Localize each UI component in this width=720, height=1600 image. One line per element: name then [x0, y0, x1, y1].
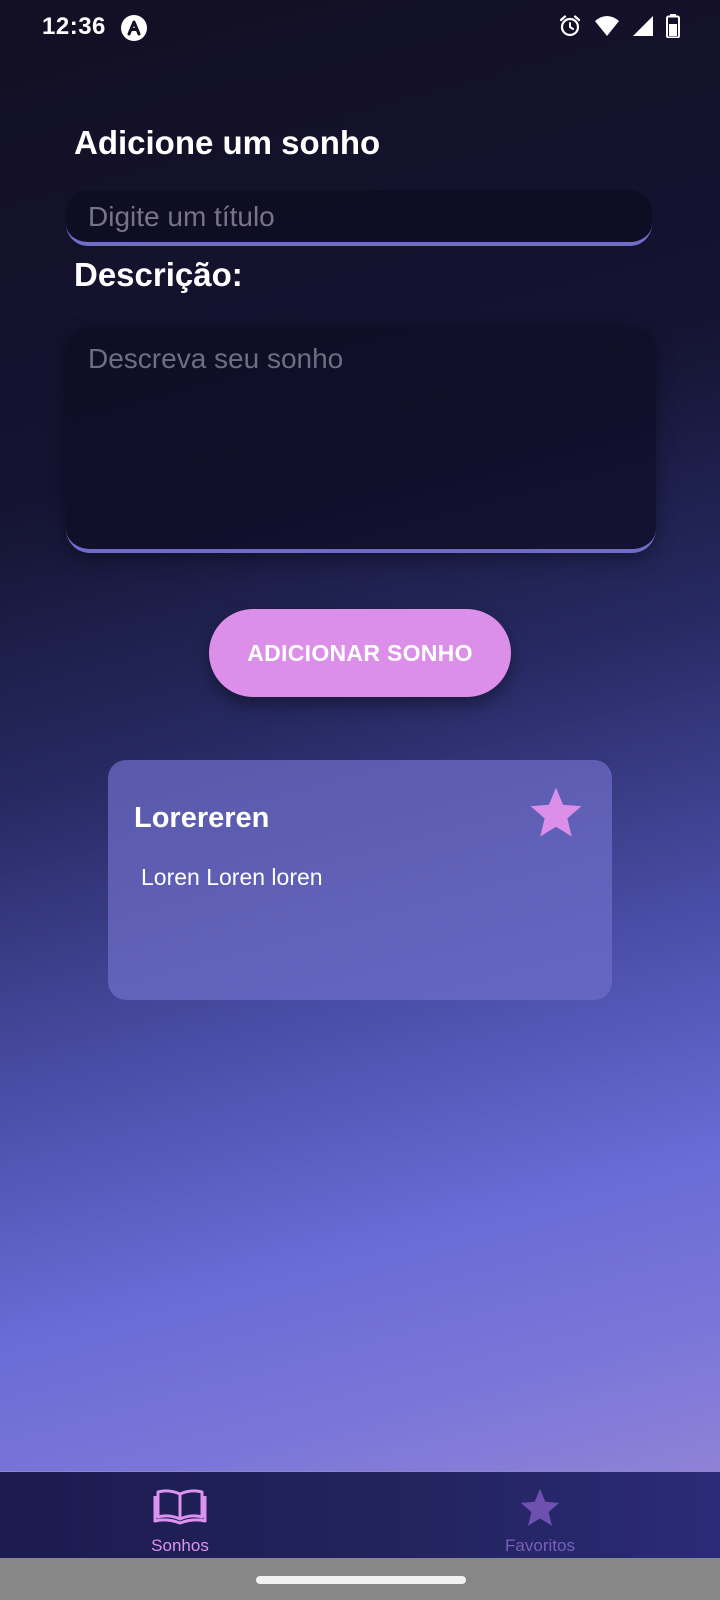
dream-card: Lorereren Loren Loren loren — [108, 760, 612, 1000]
react-native-app-icon — [121, 15, 147, 41]
status-time: 12:36 — [42, 13, 106, 40]
system-gesture-bar — [0, 1558, 720, 1600]
add-dream-button[interactable]: ADICIONAR SONHO — [209, 609, 511, 697]
star-icon — [520, 1488, 560, 1526]
tab-sonhos[interactable]: Sonhos — [80, 1472, 280, 1562]
form-heading: Adicione um sonho — [74, 124, 381, 161]
signal-icon — [632, 15, 654, 42]
book-open-icon — [153, 1489, 207, 1525]
tab-sonhos-label: Sonhos — [151, 1536, 209, 1555]
tab-favoritos-label: Favoritos — [505, 1536, 575, 1555]
dream-card-description: Loren Loren loren — [141, 864, 323, 890]
dream-description-input[interactable] — [66, 327, 656, 553]
favorite-star-icon[interactable] — [526, 784, 586, 842]
dream-title-input[interactable] — [66, 190, 652, 246]
dream-card-title: Lorereren — [134, 802, 270, 834]
wifi-icon — [594, 15, 620, 42]
alarm-icon — [558, 14, 582, 43]
status-bar: 12:36 — [0, 0, 720, 56]
description-label: Descrição: — [74, 256, 243, 293]
battery-icon — [666, 14, 680, 43]
tab-favoritos[interactable]: Favoritos — [440, 1472, 640, 1562]
status-icons — [558, 14, 680, 43]
bottom-nav: Sonhos Favoritos — [0, 1471, 720, 1561]
home-gesture-handle[interactable] — [256, 1576, 466, 1584]
